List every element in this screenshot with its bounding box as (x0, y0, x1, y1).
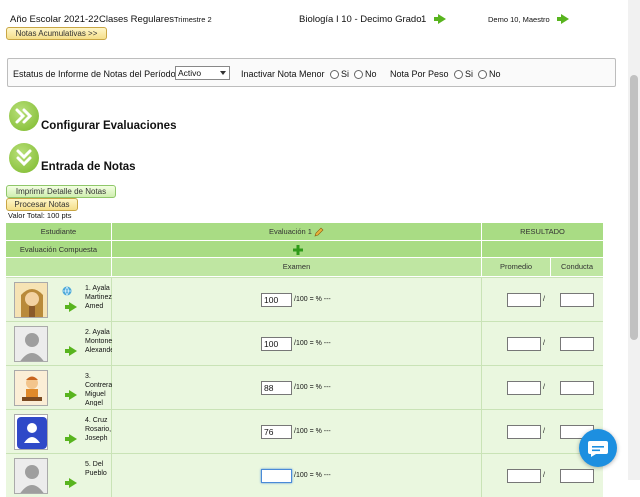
table-row: 3. Contreras, Miguel Angel 88 /100 = % -… (6, 365, 603, 409)
table-row: 5. Del Pueblo /100 = % --- / (6, 453, 603, 497)
exam-score-input[interactable] (261, 469, 292, 483)
inactivate-no-label: No (365, 69, 377, 79)
average-input[interactable] (507, 293, 541, 307)
exam-score-input[interactable]: 100 (261, 337, 292, 351)
user-arrow-icon[interactable] (555, 14, 569, 25)
result-slash: / (543, 296, 545, 303)
avatar[interactable] (14, 282, 48, 318)
conduct-input[interactable] (560, 337, 594, 351)
result-slash: / (543, 384, 545, 391)
conduct-input[interactable] (560, 469, 594, 483)
add-plus-icon[interactable] (293, 245, 303, 255)
table-row: 4. Cruz Rosario, Joseph 76 /100 = % --- … (6, 409, 603, 453)
weight-no-radio[interactable] (478, 70, 487, 79)
inactivate-yes-label: Si (341, 69, 350, 79)
result-header: RESULTADO (482, 223, 603, 241)
exam-score-input[interactable]: 100 (261, 293, 292, 307)
student-arrow-icon[interactable] (63, 430, 77, 448)
student-name[interactable]: 3. Contreras, Miguel Angel (85, 372, 112, 406)
average-input[interactable] (507, 381, 541, 395)
weight-label: Nota Por Peso (390, 69, 449, 79)
student-name[interactable]: 2. Ayala Montonez, Alexander (85, 328, 112, 362)
school-year: Año Escolar 2021-22 (10, 14, 99, 25)
configure-evaluations-title[interactable]: Configurar Evaluaciones (41, 120, 176, 132)
result-subheader-empty (482, 241, 603, 258)
weight-yes-radio[interactable] (454, 70, 463, 79)
page-scrollbar[interactable] (628, 0, 640, 480)
chat-button[interactable] (579, 429, 617, 467)
student-arrow-icon[interactable] (63, 298, 77, 316)
course-title: Biología I 10 - Decimo Grado (299, 14, 422, 25)
scrollbar-thumb[interactable] (630, 75, 638, 340)
score-suffix: /100 = % --- (294, 428, 331, 435)
expand-right-icon[interactable] (9, 101, 39, 131)
weight-no-label: No (489, 69, 501, 79)
conduct-input[interactable] (560, 293, 594, 307)
avatar[interactable] (14, 326, 48, 362)
student-name[interactable]: 5. Del Pueblo (85, 460, 112, 494)
student-arrow-icon[interactable] (63, 386, 77, 404)
avatar[interactable] (14, 370, 48, 406)
evaluation-header[interactable]: Evaluación 1 (112, 223, 481, 241)
score-suffix: /100 = % --- (294, 296, 331, 303)
student-arrow-icon[interactable] (63, 342, 77, 360)
weight-yes-label: Si (465, 69, 474, 79)
exam-score-input[interactable]: 76 (261, 425, 292, 439)
average-header: Promedio (482, 258, 550, 276)
student-subheader-empty (6, 258, 111, 276)
cumulative-grades-button[interactable]: Notas Acumulativas >> (6, 27, 107, 40)
report-filter-bar: Estatus de Informe de Notas del Período … (7, 58, 616, 87)
status-label: Estatus de Informe de Notas del Período (13, 69, 176, 79)
total-value: Valor Total: 100 pts (8, 211, 72, 220)
conduct-header: Conducta (551, 258, 603, 276)
process-grades-button[interactable]: Procesar Notas (6, 198, 78, 211)
inactivate-yes-radio[interactable] (330, 70, 339, 79)
add-evaluation-cell (112, 241, 481, 258)
score-suffix: /100 = % --- (294, 384, 331, 391)
chevron-down-icon (220, 71, 226, 75)
expand-down-icon[interactable] (9, 143, 39, 173)
class-type: Clases Regulares (99, 14, 174, 25)
score-suffix: /100 = % --- (294, 340, 331, 347)
inactivate-no-radio[interactable] (354, 70, 363, 79)
chat-icon (588, 441, 608, 457)
grade-entry-title: Entrada de Notas (41, 161, 136, 173)
student-header: Estudiante (6, 223, 111, 241)
avatar[interactable] (14, 458, 48, 494)
student-name[interactable]: 4. Cruz Rosario, Joseph (85, 416, 112, 450)
average-input[interactable] (507, 337, 541, 351)
term: Trimestre 2 (174, 15, 212, 24)
score-suffix: /100 = % --- (294, 472, 331, 479)
course-number: 1 (421, 14, 427, 25)
course-next-arrow-icon[interactable] (432, 14, 446, 25)
conduct-input[interactable] (560, 381, 594, 395)
result-slash: / (543, 340, 545, 347)
status-select[interactable]: Activo (175, 66, 230, 80)
result-slash: / (543, 472, 545, 479)
globe-icon[interactable] (62, 286, 72, 296)
pencil-icon[interactable] (314, 227, 324, 237)
user-name: Demo 10, Maestro (488, 15, 550, 24)
average-input[interactable] (507, 469, 541, 483)
avatar[interactable] (14, 414, 48, 450)
print-detail-button[interactable]: Imprimir Detalle de Notas (6, 185, 116, 198)
composite-header: Evaluación Compuesta (6, 241, 111, 258)
student-name[interactable]: 1. Ayala Martinez, Amed (85, 284, 112, 318)
table-row: 2. Ayala Montonez, Alexander 100 /100 = … (6, 321, 603, 365)
student-arrow-icon[interactable] (63, 474, 77, 492)
table-row: 1. Ayala Martinez, Amed 100 /100 = % ---… (6, 277, 603, 321)
inactivate-label: Inactivar Nota Menor (241, 69, 325, 79)
average-input[interactable] (507, 425, 541, 439)
result-slash: / (543, 428, 545, 435)
exam-header: Examen (112, 258, 481, 276)
exam-score-input[interactable]: 88 (261, 381, 292, 395)
